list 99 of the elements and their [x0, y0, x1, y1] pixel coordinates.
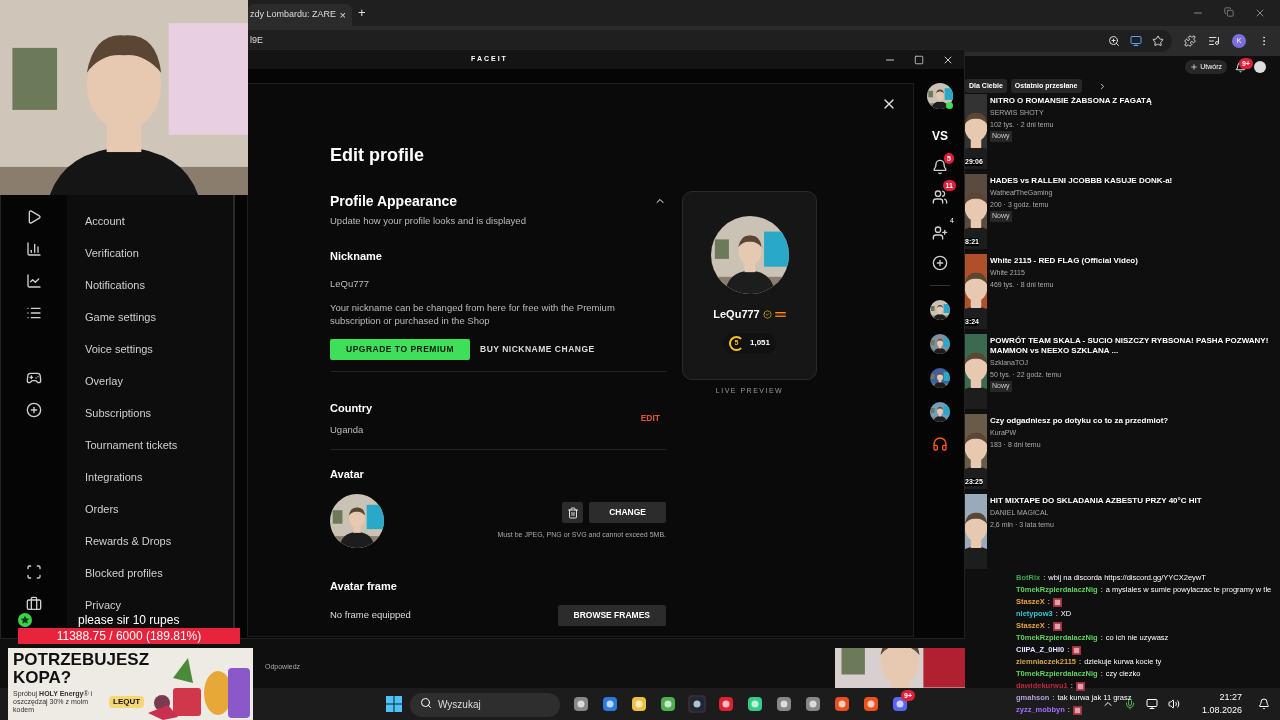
restore-icon[interactable]: [1224, 7, 1234, 17]
friends-icon[interactable]: [932, 189, 948, 205]
change-button[interactable]: CHANGE: [589, 502, 666, 524]
line-chart-icon[interactable]: [26, 273, 42, 289]
account-avatar[interactable]: [1254, 61, 1266, 73]
zoom-icon[interactable]: [1108, 35, 1120, 47]
maximize-icon[interactable]: [914, 54, 924, 65]
ad-headline: POTRZEBUJESZ KOPA?: [13, 651, 148, 687]
vs-button[interactable]: VS: [932, 127, 948, 145]
elo-value: 1,051: [750, 337, 770, 349]
section-title: Profile Appearance: [330, 192, 459, 211]
menu-item[interactable]: Privacy: [67, 595, 233, 615]
menu-item[interactable]: Game settings: [67, 307, 233, 327]
trash-icon: [566, 506, 579, 519]
bookmark-star-icon[interactable]: [1152, 35, 1164, 47]
plus-circle-icon[interactable]: [932, 255, 948, 271]
app-icon[interactable]: [630, 695, 648, 713]
list-icon[interactable]: [26, 305, 42, 321]
modal-title: Edit profile: [330, 144, 425, 167]
scan-icon[interactable]: [26, 564, 42, 580]
address-bar[interactable]: l9E: [248, 30, 1172, 52]
delete-button[interactable]: [562, 502, 584, 524]
goal-reading: 11388.75 / 6000 (189.81%): [55, 628, 203, 644]
plus-icon: [1190, 63, 1199, 71]
gamepad-icon[interactable]: [26, 370, 42, 386]
search-icon: [420, 697, 432, 710]
search-field[interactable]: Wyszukaj: [410, 692, 560, 717]
volume-icon[interactable]: [1167, 698, 1180, 710]
extensions-icon[interactable]: [1184, 35, 1196, 47]
video-title[interactable]: NITRO O ROMANSIE ŻABSONA Z FAGATĄ: [990, 96, 1270, 106]
emote-icon: [1072, 645, 1082, 655]
frame-value: No frame equipped: [330, 608, 411, 623]
nickname-note: Your nickname can be changed from here for free with the Premium subscription or purchased in the Shop: [330, 301, 616, 327]
emote-icon: [1075, 681, 1085, 691]
menu-item[interactable]: Blocked profiles: [67, 563, 233, 583]
edit-link[interactable]: EDIT: [640, 412, 660, 425]
buy-button[interactable]: BUY NICKNAME CHANGE: [480, 339, 595, 360]
install-icon[interactable]: [1130, 35, 1142, 47]
field-label: Country: [330, 401, 373, 416]
app-icon[interactable]: [717, 695, 735, 713]
video-title[interactable]: POWRÓT TEAM SKALA - SUCIO NISZCZY RYBSONA! PASHA POZWANY! MAMMON vs NEEXO SZKLANA ...: [990, 336, 1270, 356]
nickname-value: LeQu777: [330, 276, 371, 291]
promo-code: LEQUT: [109, 696, 145, 708]
briefcase-icon[interactable]: [26, 596, 42, 612]
tab-close[interactable]: ×: [339, 6, 346, 24]
menu-item[interactable]: Subscriptions: [67, 403, 233, 423]
party-icon[interactable]: [932, 225, 948, 241]
new-tab-button[interactable]: +: [358, 2, 366, 22]
url-text: l9E: [250, 34, 263, 48]
field-label: Nickname: [330, 249, 383, 265]
clock-date: 1.08.2026: [1201, 704, 1242, 717]
menu-item[interactable]: Voice settings: [67, 339, 233, 359]
app-icon[interactable]: [775, 695, 793, 713]
bar-chart-icon[interactable]: [26, 241, 42, 257]
browse-frames-button[interactable]: BROWSE FRAMES: [557, 604, 666, 626]
app-icon[interactable]: [862, 695, 880, 713]
field-label: Avatar: [330, 466, 365, 482]
browser-tab[interactable]: zdy Lombardu: ZARE ×: [248, 4, 352, 26]
app-icon[interactable]: [572, 695, 590, 713]
app-icon[interactable]: [804, 695, 822, 713]
headset-icon[interactable]: [932, 436, 948, 452]
menu-item[interactable]: Verification: [67, 243, 233, 263]
star-icon: [18, 613, 32, 627]
donation-text: please sir 10 rupes: [78, 613, 180, 627]
windows-icon[interactable]: [386, 696, 402, 712]
menu-item[interactable]: Overlay: [67, 371, 233, 391]
menu-item[interactable]: Notifications: [67, 275, 233, 295]
app-icon[interactable]: [659, 695, 677, 713]
play-icon[interactable]: [26, 209, 42, 225]
emote-icon: [1052, 597, 1062, 607]
player-name: LeQu777: [713, 307, 760, 322]
bell-icon[interactable]: [932, 159, 948, 175]
field-label: Avatar frame: [330, 579, 398, 595]
media-icon[interactable]: [1208, 35, 1220, 47]
video-title[interactable]: Czy odgadniesz po dotyku co to za przedmiot?: [990, 416, 1270, 426]
verified-icon: [762, 309, 772, 319]
app-icon[interactable]: [688, 695, 706, 713]
notification-icon[interactable]: [1258, 698, 1270, 710]
clock-time: 21:27: [1219, 690, 1242, 704]
menu-item[interactable]: Account: [67, 211, 233, 231]
section-subtitle: Update how your profile looks and is displayed: [330, 214, 526, 228]
menu-item[interactable]: Tournament tickets: [67, 435, 233, 455]
menu-item[interactable]: Rewards & Drops: [67, 531, 233, 551]
emote-icon: [1072, 705, 1082, 715]
menu-item[interactable]: Integrations: [67, 467, 233, 487]
flag-icon: [774, 310, 786, 318]
tab-title: zdy Lombardu: ZARE: [250, 8, 337, 22]
country-value: Uganda: [330, 422, 365, 437]
upgrade-button[interactable]: UPGRADE TO PREMIUM: [330, 339, 471, 360]
video-title[interactable]: HADES vs RALLENI JCOBBB KASUJE DONK-a!: [990, 176, 1270, 186]
emote-icon: [1052, 621, 1062, 631]
app-icon[interactable]: [746, 695, 764, 713]
network-icon[interactable]: [1145, 698, 1158, 710]
plus-circle-icon[interactable]: [26, 402, 42, 418]
menu-item[interactable]: Orders: [67, 499, 233, 519]
app-icon[interactable]: [601, 695, 619, 713]
video-title[interactable]: HIT MIXTAPE DO SKLADANIA AZBESTU PRZY 40°C HIT: [990, 496, 1270, 506]
app-icon[interactable]: [833, 695, 851, 713]
video-title[interactable]: White 2115 - RED FLAG (Official Video): [990, 256, 1270, 266]
